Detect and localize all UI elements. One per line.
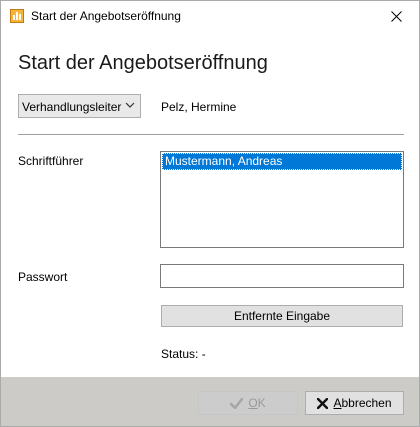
button-bar: OK Abbrechen bbox=[1, 377, 419, 426]
page-title: Start der Angebotseröffnung bbox=[18, 52, 268, 74]
list-item-selected[interactable]: Mustermann, Andreas bbox=[162, 153, 402, 170]
cancel-button[interactable]: Abbrechen bbox=[305, 391, 404, 415]
leader-name: Pelz, Hermine bbox=[161, 100, 237, 114]
dialog-window: Start der Angebotseröffnung Start der An… bbox=[0, 0, 420, 427]
checkmark-icon bbox=[230, 397, 244, 409]
leader-role-select-value: Verhandlungsleiter bbox=[22, 100, 122, 114]
password-label: Passwort bbox=[18, 270, 68, 284]
close-icon bbox=[390, 11, 402, 22]
x-icon bbox=[317, 397, 329, 409]
window-close-button[interactable] bbox=[373, 1, 419, 32]
recorder-listbox[interactable]: Mustermann, Andreas bbox=[160, 151, 404, 248]
leader-role-select[interactable]: Verhandlungsleiter bbox=[18, 94, 141, 118]
chevron-down-icon bbox=[125, 102, 135, 108]
ok-button[interactable]: OK bbox=[198, 391, 298, 415]
ok-button-label: OK bbox=[248, 396, 266, 410]
recorder-label: Schriftführer bbox=[18, 154, 84, 168]
divider bbox=[18, 134, 404, 135]
title-bar[interactable]: Start der Angebotseröffnung bbox=[1, 1, 419, 32]
window-title: Start der Angebotseröffnung bbox=[31, 9, 181, 23]
password-field[interactable] bbox=[160, 264, 404, 288]
app-icon bbox=[10, 9, 24, 23]
status-text: Status: - bbox=[161, 347, 206, 361]
cancel-button-label: Abbrechen bbox=[333, 396, 392, 410]
remote-entry-button[interactable]: Entfernte Eingabe bbox=[161, 305, 403, 327]
